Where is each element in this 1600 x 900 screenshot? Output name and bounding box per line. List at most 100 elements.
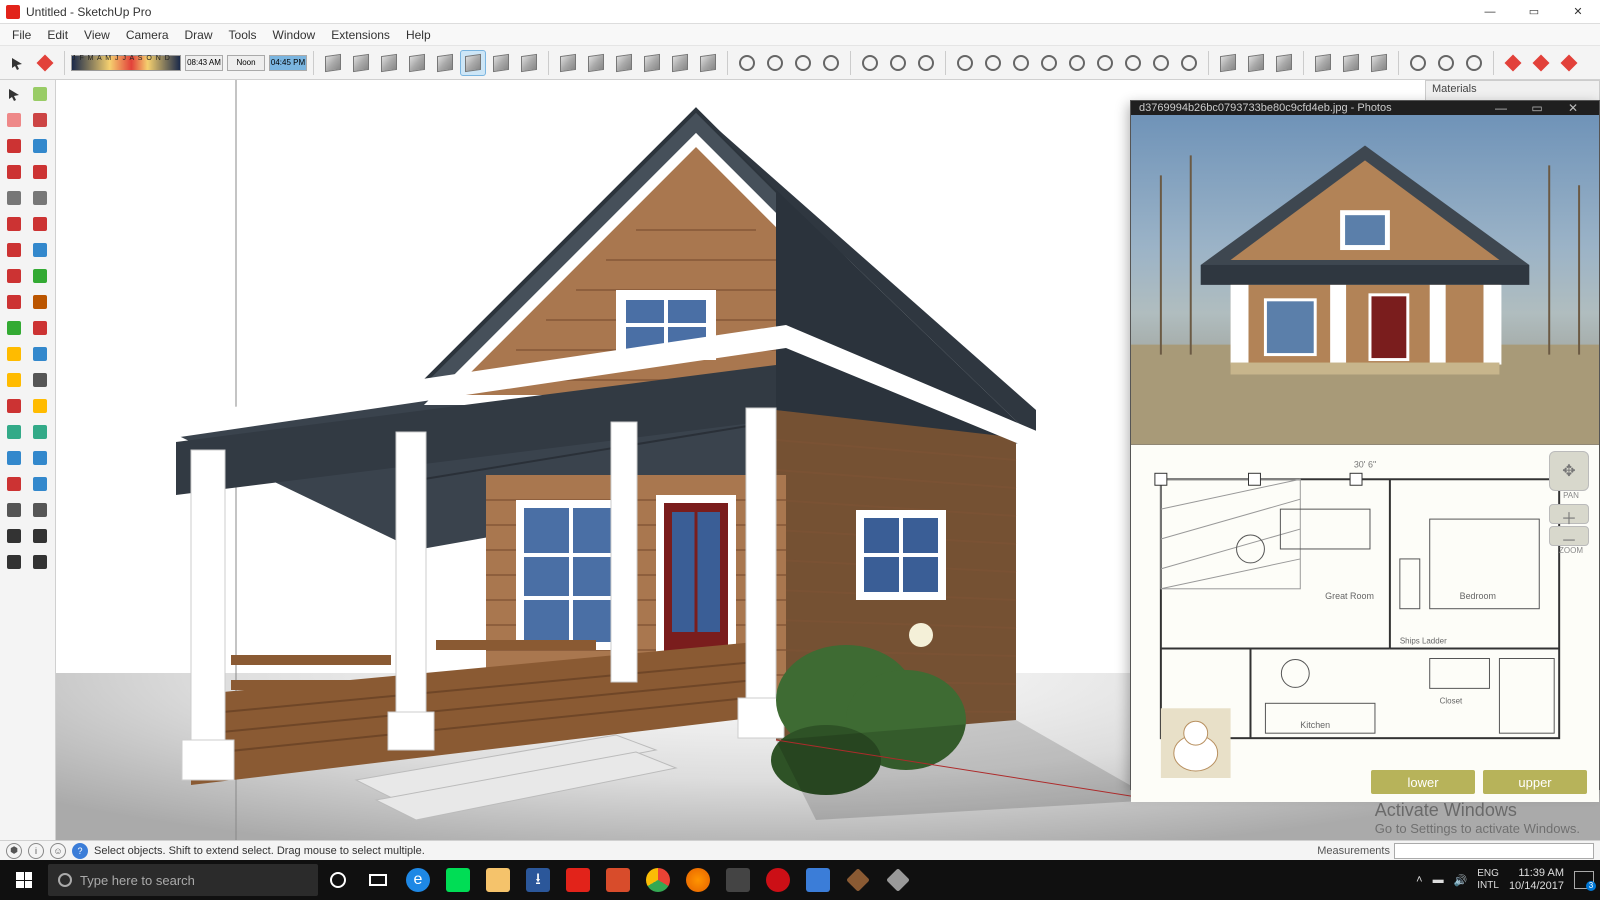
look-around-tool[interactable] [28, 498, 52, 522]
two-point-button[interactable] [695, 50, 721, 76]
photos-maximize[interactable]: ▭ [1519, 101, 1555, 115]
circle-d-button[interactable] [1271, 50, 1297, 76]
taskbar-search[interactable]: Type here to search [48, 864, 318, 896]
left-button[interactable] [639, 50, 665, 76]
menu-view[interactable]: View [76, 26, 118, 44]
ext-4-button[interactable] [1556, 50, 1582, 76]
line-tool[interactable] [2, 134, 26, 158]
time-end-button[interactable] [460, 50, 486, 76]
time-start-button[interactable] [404, 50, 430, 76]
rotate-tool[interactable] [28, 264, 52, 288]
axes-button[interactable] [1148, 50, 1174, 76]
plan-lower-button[interactable]: lower [1371, 770, 1475, 794]
explorer-icon[interactable] [478, 860, 518, 900]
cortana-icon[interactable] [318, 860, 358, 900]
circle-tool[interactable] [2, 186, 26, 210]
right-button[interactable] [583, 50, 609, 76]
menu-camera[interactable]: Camera [118, 26, 177, 44]
follow-me-tool[interactable] [2, 316, 26, 340]
position-camera-tool[interactable] [2, 498, 26, 522]
circle-a-button[interactable] [1176, 50, 1202, 76]
reload-button[interactable] [857, 50, 883, 76]
3d-text-tool[interactable] [28, 368, 52, 392]
start-button[interactable] [0, 860, 48, 900]
menu-edit[interactable]: Edit [39, 26, 76, 44]
menu-tools[interactable]: Tools [221, 26, 265, 44]
ext-2-button[interactable] [1500, 50, 1526, 76]
firefox-icon[interactable] [678, 860, 718, 900]
paint-icon[interactable] [32, 50, 58, 76]
time-start[interactable]: 08:43 AM [185, 55, 223, 71]
back-button[interactable] [611, 50, 637, 76]
section-display-button[interactable] [952, 50, 978, 76]
circle-c-button[interactable] [1243, 50, 1269, 76]
photos-titlebar[interactable]: d3769994b26bc0793733be80c9cfd4eb.jpg - P… [1131, 101, 1599, 115]
date-strip[interactable]: J F M A M J J A S O N D [71, 55, 181, 71]
materials-panel[interactable]: Materials [1425, 80, 1600, 102]
select-context-button[interactable] [320, 50, 346, 76]
fog-button[interactable] [1064, 50, 1090, 76]
layers-tool[interactable] [2, 550, 26, 574]
calc-icon[interactable] [718, 860, 758, 900]
move-tool[interactable] [2, 264, 26, 288]
app-a-icon[interactable] [838, 860, 878, 900]
months-strip-button[interactable] [376, 50, 402, 76]
walk-tool[interactable] [2, 524, 26, 548]
time-noon[interactable]: Noon [227, 55, 265, 71]
maximize-button[interactable]: ▭ [1512, 0, 1556, 24]
photo-nav[interactable]: ✥ PAN ＋ － ZOOM [1549, 451, 1593, 555]
section-cut-button[interactable] [1008, 50, 1034, 76]
circle-e-button[interactable] [1310, 50, 1336, 76]
menu-help[interactable]: Help [398, 26, 439, 44]
person-icon[interactable]: ☺ [50, 843, 66, 859]
geo-icon[interactable]: ⬢ [6, 843, 22, 859]
tape-tool[interactable] [2, 342, 26, 366]
photos-window[interactable]: d3769994b26bc0793733be80c9cfd4eb.jpg - P… [1130, 100, 1600, 790]
bezier-tool[interactable] [28, 238, 52, 262]
pie-tool[interactable] [2, 238, 26, 262]
clock[interactable]: 11:39 AM10/14/2017 [1509, 867, 1564, 893]
menu-file[interactable]: File [4, 26, 39, 44]
sketchup-icon[interactable] [558, 860, 598, 900]
make-component-tool[interactable] [28, 82, 52, 106]
system-tray[interactable]: ˄ ▬ 🔊 ENGINTL 11:39 AM10/14/2017 [1416, 867, 1600, 893]
plan-upper-button[interactable]: upper [1483, 770, 1587, 794]
minimize-button[interactable]: — [1468, 0, 1512, 24]
circle-b-button[interactable] [1215, 50, 1241, 76]
paint-bucket-tool[interactable] [28, 108, 52, 132]
store-icon[interactable]: ⭳ [518, 860, 558, 900]
pdf-icon[interactable] [438, 860, 478, 900]
arc-tool[interactable] [2, 212, 26, 236]
freehand-tool[interactable] [28, 134, 52, 158]
opera-icon[interactable] [758, 860, 798, 900]
language-indicator[interactable]: ENGINTL [1477, 868, 1499, 892]
perspective-button[interactable] [667, 50, 693, 76]
polygon-tool[interactable] [28, 186, 52, 210]
chrome-icon[interactable] [638, 860, 678, 900]
network-icon[interactable]: ▬ [1433, 874, 1444, 886]
push-pull-tool[interactable] [28, 290, 52, 314]
select-tool[interactable] [2, 82, 26, 106]
close-button[interactable]: ✕ [1556, 0, 1600, 24]
front-button[interactable] [555, 50, 581, 76]
ext-3-button[interactable] [1528, 50, 1554, 76]
iso-button[interactable] [488, 50, 514, 76]
photos-minimize[interactable]: — [1483, 101, 1519, 115]
hidden-geometry-button[interactable] [1120, 50, 1146, 76]
time-end[interactable]: 04:45 PM [269, 55, 307, 71]
two-point-arc-tool[interactable] [28, 212, 52, 236]
top-button[interactable] [516, 50, 542, 76]
menu-draw[interactable]: Draw [177, 26, 221, 44]
app-b-icon[interactable] [878, 860, 918, 900]
home-button[interactable] [790, 50, 816, 76]
eraser-tool[interactable] [2, 108, 26, 132]
notifications-icon[interactable] [1574, 871, 1594, 889]
section-fill-button[interactable] [980, 50, 1006, 76]
info-icon[interactable]: i [28, 843, 44, 859]
axes-tool-tool[interactable] [2, 394, 26, 418]
measurements-input[interactable] [1394, 843, 1594, 859]
help-icon[interactable]: ? [72, 843, 88, 859]
section-plane-button[interactable] [913, 50, 939, 76]
offset-tool[interactable] [28, 316, 52, 340]
menu-extensions[interactable]: Extensions [323, 26, 398, 44]
